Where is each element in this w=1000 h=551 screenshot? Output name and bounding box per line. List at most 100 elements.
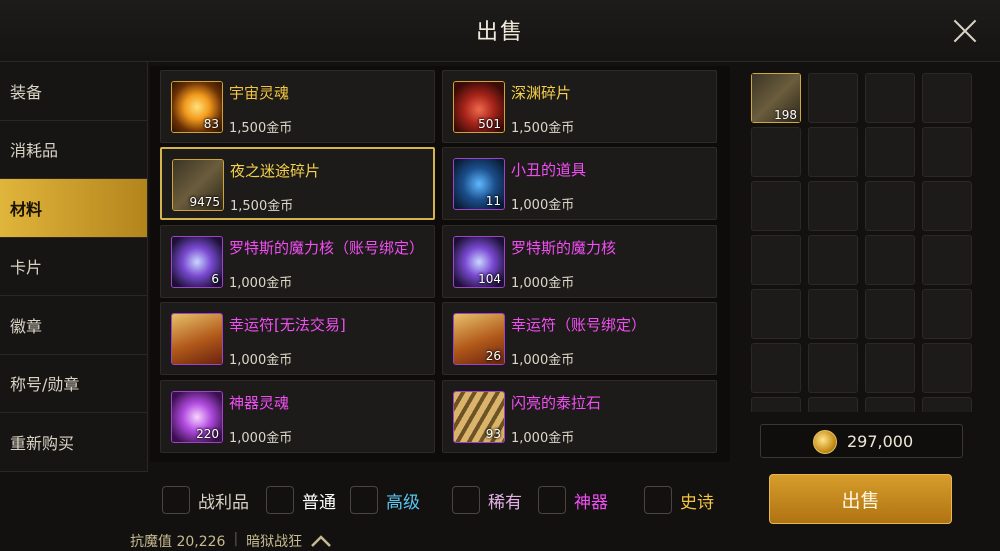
item-card-selected[interactable]: 9475 夜之迷途碎片 1,500金币 — [160, 147, 435, 220]
item-quantity: 104 — [478, 272, 501, 286]
sell-slot-empty[interactable] — [922, 181, 972, 231]
filter-label: 普通 — [302, 492, 336, 513]
filter-label: 史诗 — [680, 492, 714, 513]
rarity-filters: 战利品 普通 高级 稀有 神器 史诗 — [160, 478, 740, 522]
item-price: 1,000金币 — [511, 431, 575, 446]
item-quantity: 220 — [196, 427, 219, 441]
resistance-stat: 抗魔值 20,226 — [130, 534, 226, 550]
sell-slot-empty[interactable] — [808, 181, 858, 231]
checkbox[interactable] — [350, 486, 378, 514]
item-card[interactable]: 220 神器灵魂 1,000金币 — [160, 380, 435, 453]
sell-slot-empty[interactable] — [865, 343, 915, 393]
sidebar-item-equipment[interactable]: 装备 — [0, 62, 147, 121]
item-name: 小丑的道具 — [511, 161, 587, 179]
item-card[interactable]: 26 幸运符（账号绑定） 1,000金币 — [442, 302, 717, 375]
red-crystal-icon: 501 — [453, 81, 505, 133]
item-name: 深渊碎片 — [511, 84, 572, 102]
sidebar-item-label: 徽章 — [10, 316, 43, 336]
item-card[interactable]: 6 罗特斯的魔力核（账号绑定） 1,000金币 — [160, 225, 435, 298]
scroll-fragment-icon: 9475 — [172, 159, 224, 211]
sidebar-item-emblems[interactable]: 徽章 — [0, 296, 147, 355]
sell-slot-empty[interactable] — [808, 235, 858, 285]
filter-epic[interactable]: 史诗 — [644, 486, 714, 514]
item-price: 1,000金币 — [229, 276, 293, 291]
sidebar-item-label: 消耗品 — [10, 141, 59, 161]
item-quantity: 93 — [485, 427, 501, 441]
item-card[interactable]: 104 罗特斯的魔力核 1,000金币 — [442, 225, 717, 298]
mode-label: 暗狱战狂 — [246, 534, 303, 550]
sell-slot-empty[interactable] — [865, 73, 915, 123]
sell-slot-empty[interactable] — [922, 343, 972, 393]
sell-slot-empty[interactable] — [865, 181, 915, 231]
sell-slot-empty[interactable] — [922, 235, 972, 285]
jester-prop-icon: 11 — [453, 158, 505, 210]
sidebar-item-rebuy[interactable]: 重新购买 — [0, 413, 147, 472]
filter-label: 稀有 — [488, 492, 522, 513]
item-price: 1,500金币 — [230, 199, 294, 214]
item-name: 罗特斯的魔力核 — [511, 239, 617, 257]
sell-window: 出售 装备 消耗品 材料 卡片 徽章 称号/勋章 重新购买 83 宇宙灵魂 1,… — [0, 0, 1000, 551]
sell-slot-filled[interactable]: 198 — [751, 73, 801, 123]
item-price: 1,500金币 — [229, 121, 293, 136]
sell-slot-empty[interactable] — [751, 289, 801, 339]
sell-slot-empty[interactable] — [808, 343, 858, 393]
checkbox[interactable] — [538, 486, 566, 514]
sell-slot-empty[interactable] — [751, 343, 801, 393]
sell-slot-empty[interactable] — [865, 397, 915, 412]
checkbox[interactable] — [266, 486, 294, 514]
sell-slot-empty[interactable] — [808, 289, 858, 339]
item-card[interactable]: 11 小丑的道具 1,000金币 — [442, 147, 717, 220]
lucky-charm-icon: 26 — [453, 313, 505, 365]
sell-slot-empty[interactable] — [808, 397, 858, 412]
checkbox[interactable] — [452, 486, 480, 514]
sidebar-item-materials[interactable]: 材料 — [0, 179, 147, 238]
item-name: 幸运符[无法交易] — [229, 316, 346, 334]
item-card[interactable]: 幸运符[无法交易] 1,000金币 — [160, 302, 435, 375]
close-icon[interactable] — [952, 18, 978, 44]
sell-slot-empty[interactable] — [922, 397, 972, 412]
sidebar-item-label: 材料 — [10, 199, 43, 219]
sell-slot-empty[interactable] — [865, 127, 915, 177]
lucky-charm-icon — [171, 313, 223, 365]
sidebar-item-titles[interactable]: 称号/勋章 — [0, 355, 147, 413]
sell-slot-empty[interactable] — [922, 127, 972, 177]
item-price: 1,000金币 — [229, 431, 293, 446]
sidebar-item-label: 称号/勋章 — [10, 375, 80, 395]
item-price: 1,000金币 — [229, 353, 293, 368]
sell-slot-empty[interactable] — [922, 73, 972, 123]
gold-total: 297,000 — [760, 424, 963, 458]
sell-slot-empty[interactable] — [808, 73, 858, 123]
item-name: 罗特斯的魔力核（账号绑定） — [229, 239, 425, 257]
sell-slot-empty[interactable] — [751, 235, 801, 285]
filter-loot[interactable]: 战利品 — [162, 486, 249, 514]
tera-stone-icon: 93 — [453, 391, 505, 443]
magic-core-icon: 6 — [171, 236, 223, 288]
sell-slot-empty[interactable] — [865, 235, 915, 285]
checkbox[interactable] — [644, 486, 672, 514]
item-quantity: 501 — [478, 117, 501, 131]
golden-orb-icon: 83 — [171, 81, 223, 133]
checkbox[interactable] — [162, 486, 190, 514]
item-card[interactable]: 93 闪亮的泰拉石 1,000金币 — [442, 380, 717, 453]
filter-rare[interactable]: 稀有 — [452, 486, 522, 514]
filter-artifact[interactable]: 神器 — [538, 486, 608, 514]
gold-amount: 297,000 — [847, 432, 914, 451]
chevron-up-icon[interactable] — [310, 534, 332, 548]
sell-slot-empty[interactable] — [751, 181, 801, 231]
sell-button[interactable]: 出售 — [769, 474, 952, 524]
item-card[interactable]: 501 深渊碎片 1,500金币 — [442, 70, 717, 143]
sidebar-item-consumables[interactable]: 消耗品 — [0, 121, 147, 179]
filter-common[interactable]: 普通 — [266, 486, 336, 514]
sell-slot-empty[interactable] — [922, 289, 972, 339]
item-card[interactable]: 83 宇宙灵魂 1,500金币 — [160, 70, 435, 143]
item-price: 1,000金币 — [511, 353, 575, 368]
sell-slot-empty[interactable] — [751, 397, 801, 412]
window-title: 出售 — [475, 20, 524, 45]
sell-slot-empty[interactable] — [865, 289, 915, 339]
sell-slot-empty[interactable] — [751, 127, 801, 177]
sidebar-item-cards[interactable]: 卡片 — [0, 238, 147, 296]
item-quantity: 9475 — [189, 195, 220, 209]
sidebar-item-label: 重新购买 — [10, 433, 75, 453]
filter-advanced[interactable]: 高级 — [350, 486, 420, 514]
sell-slot-empty[interactable] — [808, 127, 858, 177]
